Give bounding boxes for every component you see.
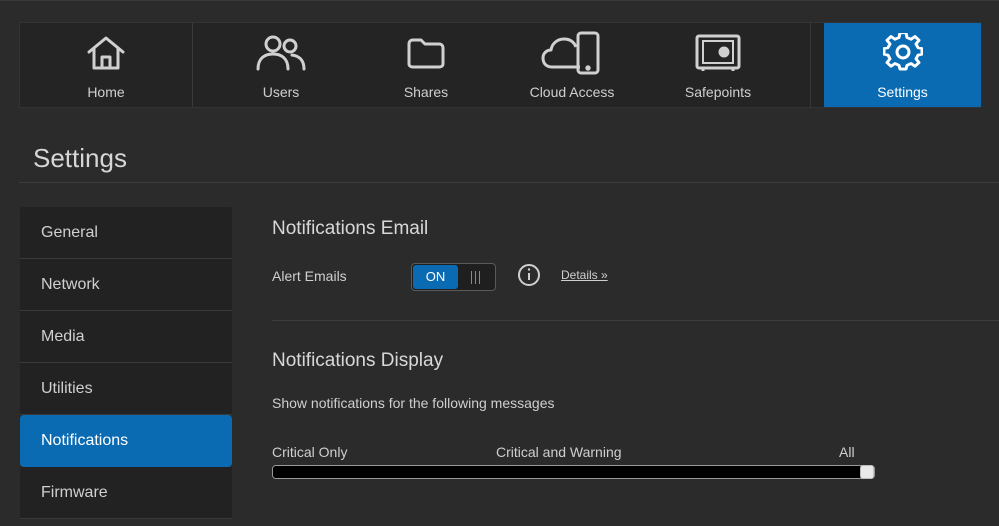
- nav-home-label: Home: [87, 84, 125, 100]
- sidebar-item-network[interactable]: Network: [20, 259, 232, 311]
- toggle-grip-icon: [469, 271, 483, 284]
- nav-home[interactable]: Home: [20, 23, 192, 107]
- level-label-critical-warning[interactable]: Critical and Warning: [496, 444, 622, 460]
- slider-fill: [273, 466, 867, 478]
- folder-icon: [406, 31, 446, 75]
- sidebar-item-media[interactable]: Media: [20, 311, 232, 363]
- title-divider: [19, 182, 999, 183]
- sidebar-item-firmware[interactable]: Firmware: [20, 467, 232, 519]
- nav-separator: [810, 23, 811, 107]
- sidebar-item-utilities[interactable]: Utilities: [20, 363, 232, 415]
- sidebar-item-general[interactable]: General: [20, 207, 232, 259]
- nav-settings[interactable]: Settings: [824, 23, 981, 107]
- toggle-on-label: ON: [413, 265, 458, 289]
- alert-emails-toggle[interactable]: ON: [411, 263, 496, 291]
- notifications-display-description: Show notifications for the following mes…: [272, 395, 555, 411]
- nav-safepoints[interactable]: Safepoints: [632, 23, 804, 107]
- nav-safepoints-label: Safepoints: [684, 84, 752, 100]
- page-title: Settings: [33, 143, 127, 173]
- nav-settings-label: Settings: [877, 84, 928, 100]
- home-icon: [85, 31, 127, 75]
- notifications-email-title: Notifications Email: [272, 218, 429, 239]
- info-icon[interactable]: [517, 263, 541, 287]
- settings-sidebar: General Network Media Utilities Notifica…: [20, 207, 232, 519]
- notifications-display-title: Notifications Display: [272, 350, 444, 371]
- alert-emails-label: Alert Emails: [272, 268, 347, 284]
- level-label-all[interactable]: All: [839, 444, 855, 460]
- users-icon: [255, 31, 307, 75]
- notification-level-slider[interactable]: [272, 465, 875, 479]
- sidebar-item-notifications[interactable]: Notifications: [20, 415, 232, 467]
- safe-icon: [694, 31, 742, 75]
- main-navigation: Home Users Shares Cloud Access Safepoint…: [19, 22, 981, 108]
- top-border: [0, 0, 999, 1]
- slider-handle[interactable]: [860, 465, 874, 479]
- section-divider: [272, 320, 999, 321]
- gear-icon: [882, 31, 923, 75]
- level-label-critical-only[interactable]: Critical Only: [272, 444, 347, 460]
- cloud-phone-icon: [540, 31, 604, 75]
- details-link[interactable]: Details »: [561, 268, 608, 282]
